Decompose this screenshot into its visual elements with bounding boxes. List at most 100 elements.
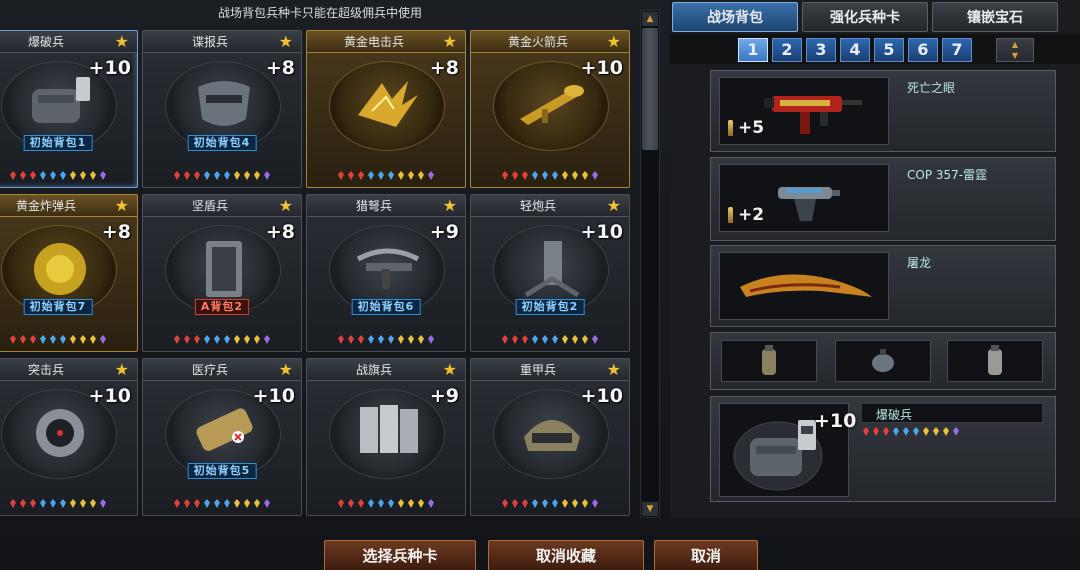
card-plus: +10 bbox=[580, 57, 623, 79]
gem-icon bbox=[204, 171, 210, 180]
soldier-card[interactable]: 谍报兵 ★ +8 初始背包4 bbox=[142, 30, 302, 188]
favorite-star-icon[interactable]: ★ bbox=[443, 361, 457, 379]
gem-icon bbox=[80, 335, 86, 344]
grenade-slot-1[interactable] bbox=[721, 340, 817, 382]
page-button-1[interactable]: 1 bbox=[738, 38, 768, 62]
tab-enhance-card[interactable]: 强化兵种卡 bbox=[802, 2, 928, 32]
mask-icon bbox=[198, 81, 250, 126]
gem-icon bbox=[502, 335, 508, 344]
scroll-down-arrow-icon[interactable]: ▼ bbox=[642, 502, 658, 516]
gem-icon bbox=[428, 171, 434, 180]
favorite-star-icon[interactable]: ★ bbox=[279, 361, 293, 379]
soldier-card[interactable]: 坚盾兵 ★ +8 A背包2 bbox=[142, 194, 302, 352]
scroll-thumb[interactable] bbox=[642, 28, 658, 150]
favorite-star-icon[interactable]: ★ bbox=[115, 197, 129, 215]
gem-icon bbox=[388, 335, 394, 344]
favorite-star-icon[interactable]: ★ bbox=[115, 33, 129, 51]
soldier-card[interactable]: 医疗兵 ★ +10 初始背包5 bbox=[142, 358, 302, 516]
gem-icon bbox=[204, 499, 210, 508]
gem-icon bbox=[562, 335, 568, 344]
favorite-star-icon[interactable]: ★ bbox=[115, 361, 129, 379]
weapon-plus: +5 bbox=[738, 118, 765, 138]
weapon-slot-melee[interactable]: 屠龙 bbox=[710, 245, 1056, 327]
gem-icon bbox=[184, 335, 190, 344]
grenade-slot-3[interactable] bbox=[947, 340, 1043, 382]
card-name: 突击兵 bbox=[27, 363, 64, 377]
soldier-card[interactable]: 黄金电击兵 ★ +8 bbox=[306, 30, 466, 188]
scrollbar[interactable]: ▲ ▼ bbox=[640, 10, 660, 518]
weapon-slot-primary[interactable]: +5 死亡之眼 bbox=[710, 70, 1056, 152]
favorite-star-icon[interactable]: ★ bbox=[607, 361, 621, 379]
gem-icon bbox=[30, 171, 36, 180]
rocket-icon bbox=[520, 85, 584, 125]
card-gems bbox=[0, 499, 137, 509]
soldier-card[interactable]: 重甲兵 ★ +10 bbox=[470, 358, 630, 516]
select-card-button[interactable]: 选择兵种卡 bbox=[324, 540, 476, 570]
page-button-2[interactable]: 2 bbox=[772, 38, 802, 62]
gem-icon bbox=[234, 499, 240, 508]
favorite-star-icon[interactable]: ★ bbox=[607, 197, 621, 215]
gem-icon bbox=[592, 171, 598, 180]
soldier-card[interactable]: 黄金火箭兵 ★ +10 bbox=[470, 30, 630, 188]
scroll-up-arrow-icon[interactable]: ▲ bbox=[642, 12, 658, 26]
gem-icon bbox=[522, 171, 528, 180]
card-name: 坚盾兵 bbox=[191, 199, 228, 213]
favorite-star-icon[interactable]: ★ bbox=[279, 197, 293, 215]
tab-battle-backpack[interactable]: 战场背包 bbox=[672, 2, 798, 32]
unfavorite-button[interactable]: 取消收藏 bbox=[488, 540, 644, 570]
card-name: 重甲兵 bbox=[519, 363, 556, 377]
page-button-5[interactable]: 5 bbox=[874, 38, 904, 62]
soldier-card[interactable]: 黄金炸弹兵 ★ +8 初始背包7 bbox=[0, 194, 138, 352]
soldier-card[interactable]: 战旗兵 ★ +9 bbox=[306, 358, 466, 516]
gem-icon bbox=[418, 335, 424, 344]
soldier-card[interactable]: 突击兵 ★ +10 bbox=[0, 358, 138, 516]
page-button-3[interactable]: 3 bbox=[806, 38, 836, 62]
gem-icon bbox=[224, 499, 230, 508]
page-up-down-icon[interactable]: ▲ ▼ bbox=[996, 38, 1034, 62]
ammo-icon bbox=[728, 120, 733, 136]
tab-inlay-gems[interactable]: 镶嵌宝石 bbox=[932, 2, 1058, 32]
page-button-7[interactable]: 7 bbox=[942, 38, 972, 62]
bomb-icon bbox=[34, 243, 86, 295]
pack-icon bbox=[32, 77, 90, 123]
gem-icon bbox=[10, 171, 16, 180]
gem-icon bbox=[358, 499, 364, 508]
soldier-card[interactable]: 猎弩兵 ★ +9 初始背包6 bbox=[306, 194, 466, 352]
grenade-slot-2[interactable] bbox=[835, 340, 931, 382]
favorite-star-icon[interactable]: ★ bbox=[443, 197, 457, 215]
gem-icon bbox=[873, 427, 879, 436]
card-name: 轻炮兵 bbox=[519, 199, 556, 213]
favorite-star-icon[interactable]: ★ bbox=[279, 33, 293, 51]
gem-icon bbox=[378, 171, 384, 180]
gem-icon bbox=[20, 171, 26, 180]
card-name: 谍报兵 bbox=[191, 35, 228, 49]
gem-icon bbox=[224, 171, 230, 180]
soldier-card[interactable]: 轻炮兵 ★ +10 初始背包2 bbox=[470, 194, 630, 352]
cancel-button[interactable]: 取消 bbox=[654, 540, 758, 570]
page-button-4[interactable]: 4 bbox=[840, 38, 870, 62]
gem-icon bbox=[408, 171, 414, 180]
gem-icon bbox=[60, 171, 66, 180]
flash-grenade-icon bbox=[988, 345, 1002, 375]
page-button-6[interactable]: 6 bbox=[908, 38, 938, 62]
gem-icon bbox=[70, 499, 76, 508]
notice-text: 战场背包兵种卡只能在超级佣兵中使用 bbox=[217, 6, 422, 20]
gem-icon bbox=[522, 499, 528, 508]
soldier-card[interactable]: 爆破兵 ★ +10 初始背包1 bbox=[0, 30, 138, 188]
favorite-star-icon[interactable]: ★ bbox=[443, 33, 457, 51]
gem-icon bbox=[408, 499, 414, 508]
gem-icon bbox=[348, 335, 354, 344]
gem-icon bbox=[572, 171, 578, 180]
gem-icon bbox=[378, 499, 384, 508]
soldier-card-slot[interactable]: +10 爆破兵 bbox=[710, 396, 1056, 502]
card-plus: +8 bbox=[265, 221, 295, 243]
weapon-slot-secondary[interactable]: +2 COP 357-雷霆 bbox=[710, 157, 1056, 241]
card-plus: +10 bbox=[580, 221, 623, 243]
card-name: 猎弩兵 bbox=[355, 199, 392, 213]
favorite-star-icon[interactable]: ★ bbox=[607, 33, 621, 51]
gem-icon bbox=[913, 427, 919, 436]
gem-icon bbox=[194, 171, 200, 180]
gem-icon bbox=[338, 335, 344, 344]
gem-icon bbox=[582, 171, 588, 180]
gem-icon bbox=[60, 499, 66, 508]
